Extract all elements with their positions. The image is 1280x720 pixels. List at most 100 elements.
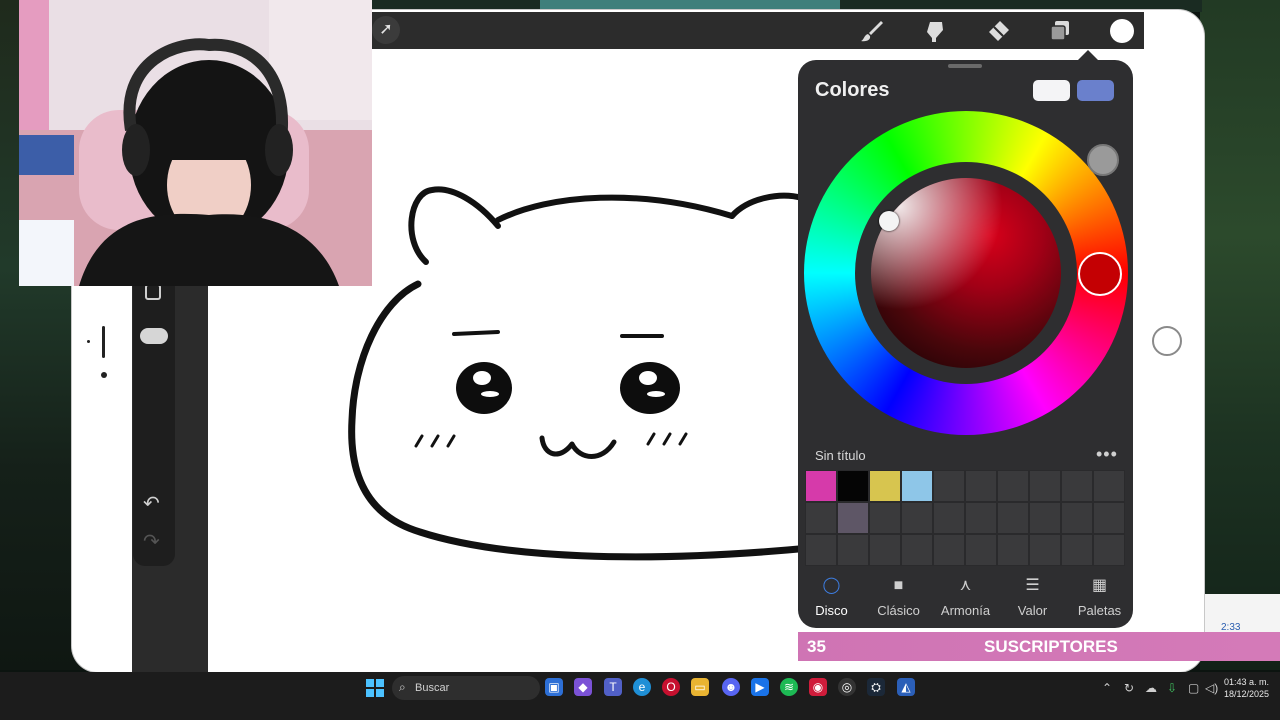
palette-swatch[interactable] — [1061, 502, 1093, 534]
palette-swatch[interactable] — [1093, 470, 1125, 502]
brush-size-knob[interactable] — [1087, 144, 1119, 176]
store-icon[interactable]: ▣ — [545, 678, 563, 696]
opera-icon[interactable]: O — [662, 678, 680, 696]
tab-disco[interactable]: ◯ Disco — [798, 575, 865, 618]
clock-date: 18/12/2025 — [1224, 689, 1270, 699]
home-button[interactable] — [1152, 326, 1182, 356]
obs-icon[interactable]: ◎ — [838, 678, 856, 696]
palette-swatch[interactable] — [901, 502, 933, 534]
redo-icon[interactable]: ↷ — [143, 532, 160, 552]
palette-swatch[interactable] — [1061, 470, 1093, 502]
modify-button[interactable] — [145, 284, 161, 300]
palette-swatch[interactable] — [837, 470, 869, 502]
palette-swatch[interactable] — [1093, 534, 1125, 566]
palette-swatch[interactable] — [869, 534, 901, 566]
palette-swatch[interactable] — [933, 502, 965, 534]
layers-icon[interactable] — [1047, 18, 1073, 44]
palette-swatch[interactable] — [805, 470, 837, 502]
taskbar-search[interactable]: ⌕ Buscar — [392, 676, 540, 700]
brush-sidebar: ↶ ↷ — [133, 270, 175, 566]
sync-icon[interactable]: ↻ — [1124, 681, 1134, 695]
clock-time: 01:43 a. m. — [1224, 677, 1270, 687]
taskbar-clock[interactable]: 01:43 a. m. 18/12/2025 — [1224, 676, 1269, 700]
brush-icon[interactable] — [859, 18, 885, 44]
palette-swatch[interactable] — [869, 502, 901, 534]
palette-swatch[interactable] — [1029, 534, 1061, 566]
discord-icon[interactable]: ☻ — [722, 678, 740, 696]
color-mode-tabs: ◯ Disco ■ Clásico ⋏ Armonía ☰ Valor ▦ Pa… — [798, 575, 1133, 625]
chevron-up-icon[interactable]: ⌃ — [1102, 681, 1112, 695]
tab-label: Paletas — [1077, 603, 1122, 618]
tab-valor[interactable]: ☰ Valor — [999, 575, 1066, 618]
palette-swatch[interactable] — [837, 502, 869, 534]
palette-swatch[interactable] — [805, 502, 837, 534]
volume-icon[interactable]: ◁) — [1205, 681, 1218, 695]
sidecar-icon[interactable]: ◭ — [897, 678, 915, 696]
palette-swatch[interactable] — [933, 470, 965, 502]
mic-icon[interactable]: ⇩ — [1167, 681, 1177, 695]
hue-knob[interactable] — [1078, 252, 1122, 296]
background-right — [1200, 0, 1280, 670]
palette-swatch[interactable] — [869, 470, 901, 502]
palette-swatch[interactable] — [805, 534, 837, 566]
classic-icon: ■ — [893, 577, 904, 594]
teams-icon[interactable]: T — [604, 678, 622, 696]
taskbar: ⌕ Buscar ▣ ◆ T e O ▭ ☻ ▶ ≋ ◉ ◎ ⛭ ◭ ⌃ ↻ ☁… — [0, 672, 1280, 720]
app-red-icon[interactable]: ◉ — [809, 678, 827, 696]
spotify-icon[interactable]: ≋ — [780, 678, 798, 696]
saturation-brightness-disc[interactable] — [871, 178, 1061, 368]
more-options-icon[interactable]: ••• — [1096, 444, 1118, 465]
transform-arrow-icon[interactable]: ➚ — [372, 16, 400, 44]
app-icon[interactable]: ▶ — [751, 678, 769, 696]
undo-icon[interactable]: ↶ — [143, 494, 160, 514]
opacity-slider[interactable] — [140, 328, 168, 344]
palette-swatch[interactable] — [933, 534, 965, 566]
palette-swatch[interactable] — [837, 534, 869, 566]
palette-swatch[interactable] — [1029, 502, 1061, 534]
previous-color-swatch[interactable] — [1077, 80, 1114, 101]
subscriber-label: SUSCRIPTORES — [984, 637, 1118, 656]
margin-mark — [101, 372, 107, 378]
color-icon[interactable] — [1110, 19, 1134, 43]
palette-swatch[interactable] — [965, 502, 997, 534]
eraser-icon[interactable] — [985, 18, 1011, 44]
tab-paletas[interactable]: ▦ Paletas — [1066, 575, 1133, 618]
tab-clasico[interactable]: ■ Clásico — [865, 575, 932, 618]
palette-swatch[interactable] — [965, 534, 997, 566]
palette-swatch[interactable] — [1029, 470, 1061, 502]
tab-label: Valor — [1017, 603, 1048, 618]
palette-swatch[interactable] — [997, 470, 1029, 502]
palette-swatch[interactable] — [997, 502, 1029, 534]
edge-icon[interactable]: e — [633, 678, 651, 696]
search-placeholder: Buscar — [415, 682, 450, 694]
palette-swatch[interactable] — [901, 470, 933, 502]
tab-label: Armonía — [940, 603, 991, 618]
panel-grabber[interactable] — [948, 64, 982, 68]
smudge-icon[interactable] — [922, 18, 948, 44]
copilot-icon[interactable]: ◆ — [574, 678, 592, 696]
panel-title: Colores — [815, 79, 890, 101]
tab-armonia[interactable]: ⋏ Armonía — [932, 575, 999, 618]
palette-swatch[interactable] — [901, 534, 933, 566]
palette-swatch[interactable] — [1061, 534, 1093, 566]
tab-label: Disco — [815, 603, 848, 618]
notification-card[interactable] — [1205, 594, 1280, 634]
palette-swatch[interactable] — [965, 470, 997, 502]
steam-icon[interactable]: ⛭ — [867, 678, 885, 696]
margin-mark — [102, 326, 105, 358]
cloud-icon[interactable]: ☁ — [1145, 681, 1157, 695]
subscriber-banner: 35 SUSCRIPTORES — [798, 632, 1280, 661]
windows-start-icon[interactable] — [366, 679, 384, 697]
top-toolbar — [372, 12, 1144, 49]
file-explorer-icon[interactable]: ▭ — [691, 678, 709, 696]
harmony-icon: ⋏ — [959, 577, 972, 594]
tab-label: Clásico — [877, 603, 920, 618]
saturation-knob[interactable] — [879, 211, 899, 231]
subscriber-count: 35 — [807, 637, 826, 656]
margin-mark — [87, 340, 90, 343]
current-color-swatch[interactable] — [1033, 80, 1070, 101]
palette-swatch[interactable] — [1093, 502, 1125, 534]
search-icon: ⌕ — [399, 680, 406, 694]
palette-swatch[interactable] — [997, 534, 1029, 566]
display-icon[interactable]: ▢ — [1188, 681, 1199, 695]
